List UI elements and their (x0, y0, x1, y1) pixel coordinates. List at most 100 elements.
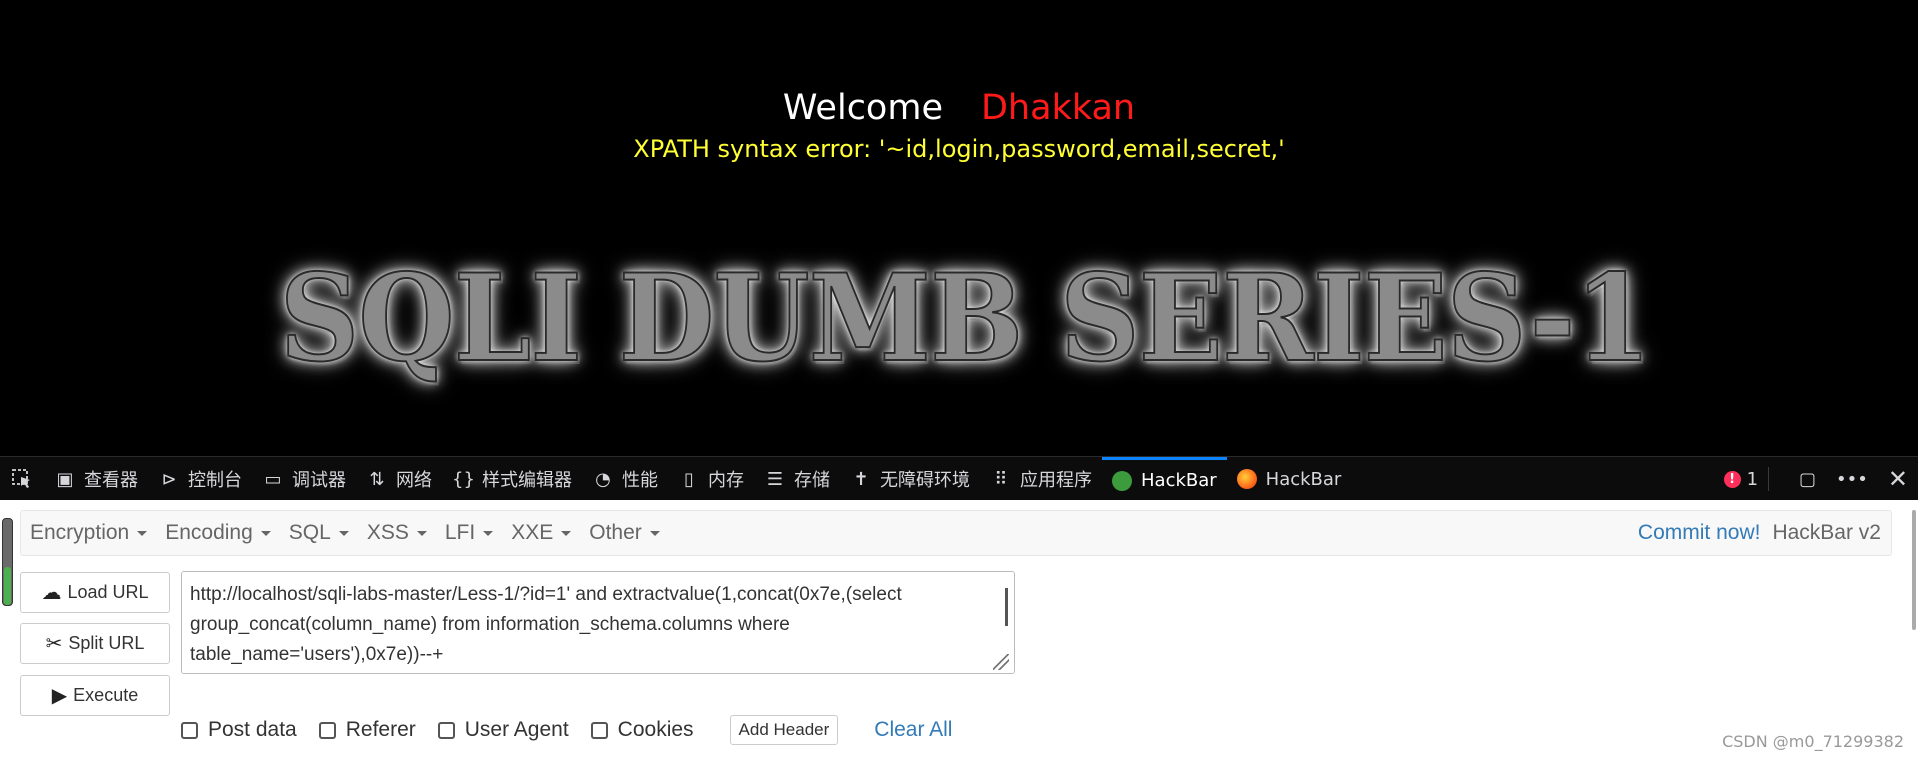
error-count-button[interactable]: ! 1 (1714, 469, 1768, 490)
menu-label: LFI (444, 521, 476, 544)
storage-icon: ☰ (766, 468, 784, 490)
caret-down-icon (416, 530, 427, 536)
tab-accessibility[interactable]: ✝ 无障碍环境 (840, 457, 980, 501)
play-circle-icon: ▶ (51, 685, 68, 707)
more-options-button[interactable]: ••• (1826, 469, 1878, 490)
caret-down-icon (561, 530, 572, 536)
tab-label: 查看器 (84, 470, 138, 491)
menu-encoding[interactable]: Encoding (156, 521, 280, 545)
request-options: Post data Referer User Agent Cookies Add… (181, 715, 952, 745)
console-icon: ⊳ (161, 468, 177, 490)
welcome-line: Welcome Dhakkan (0, 88, 1918, 128)
scissors-icon: ✂ (45, 633, 63, 655)
tab-network[interactable]: ⇅ 网络 (356, 457, 442, 501)
performance-icon: ◔ (595, 468, 611, 490)
tab-label: 网络 (396, 470, 432, 491)
hackbar-version: HackBar v2 (1772, 521, 1881, 544)
cloud-download-icon: ☁ (41, 582, 62, 604)
style-editor-icon: {} (452, 468, 475, 490)
tab-debugger[interactable]: ▭ 调试器 (252, 457, 356, 501)
tab-style-editor[interactable]: {} 样式编辑器 (442, 457, 582, 501)
tab-performance[interactable]: ◔ 性能 (582, 457, 668, 501)
menu-other[interactable]: Other (580, 521, 669, 545)
checkbox-box[interactable] (181, 721, 198, 739)
hackbar-panel: Encryption Encoding SQL XSS LFI XXE Othe… (0, 500, 1918, 761)
tab-hackbar-v2[interactable]: HackBar (1102, 457, 1227, 501)
menu-label: Encoding (165, 521, 253, 544)
divider (1768, 467, 1789, 491)
panel-scrollbar[interactable] (1912, 510, 1916, 630)
tab-console[interactable]: ⊳ 控制台 (148, 457, 252, 501)
application-icon: ⠿ (994, 468, 1008, 490)
menu-xxe[interactable]: XXE (502, 521, 580, 545)
post-data-checkbox[interactable]: Post data (181, 718, 297, 742)
tab-label: 调试器 (292, 470, 346, 491)
tab-inspector[interactable]: ▣ 查看器 (44, 457, 148, 501)
button-label: Split URL (68, 633, 145, 653)
responsive-design-button[interactable]: ▢ (1789, 469, 1826, 490)
split-url-button[interactable]: ✂ Split URL (20, 623, 170, 664)
memory-icon: ▯ (684, 468, 694, 490)
scroll-grip[interactable] (4, 567, 11, 605)
resize-handle[interactable] (993, 654, 1009, 670)
tab-label: 存储 (794, 470, 830, 491)
button-label: Execute (73, 685, 139, 705)
error-count: 1 (1746, 468, 1759, 490)
tab-hackbar[interactable]: HackBar (1227, 457, 1352, 501)
referer-checkbox[interactable]: Referer (318, 718, 416, 742)
accessibility-icon: ✝ (853, 468, 869, 490)
sidebar-scrollbar[interactable] (2, 518, 13, 606)
tab-label: 样式编辑器 (482, 470, 572, 491)
menu-label: SQL (288, 521, 331, 544)
add-header-button[interactable]: Add Header (729, 715, 839, 745)
menu-label: XXE (511, 521, 554, 544)
menu-lfi[interactable]: LFI (436, 521, 502, 545)
close-devtools-button[interactable]: ✕ (1878, 465, 1918, 493)
error-icon: ! (1723, 470, 1741, 488)
inspector-icon: ▣ (56, 468, 74, 490)
banner-text: SQLI DUMB SERIES-1 (279, 247, 1653, 390)
element-picker-button[interactable] (0, 457, 44, 501)
menu-encryption[interactable]: Encryption (21, 521, 156, 545)
devtools-toolbar: ▣ 查看器 ⊳ 控制台 ▭ 调试器 ⇅ 网络 {} 样式编辑器 ◔ 性能 ▯ 内存 ☰ 存储 ✝… (0, 456, 1918, 501)
banner-logo: SQLI DUMB SERIES-1 (215, 247, 1715, 390)
tab-memory[interactable]: ▯ 内存 (668, 457, 754, 501)
welcome-label: Welcome (782, 88, 943, 128)
checkbox-box[interactable] (437, 721, 455, 739)
load-url-button[interactable]: ☁ Load URL (20, 572, 170, 613)
caret-down-icon (338, 530, 349, 536)
tab-application[interactable]: ⠿ 应用程序 (980, 457, 1102, 501)
menu-label: Encryption (30, 521, 130, 544)
cookies-checkbox[interactable]: Cookies (590, 718, 694, 742)
execute-button[interactable]: ▶ Execute (20, 675, 170, 716)
firefox-icon (1236, 469, 1257, 489)
tab-storage[interactable]: ☰ 存储 (754, 457, 840, 501)
caret-down-icon (260, 530, 271, 536)
option-label: Referer (345, 718, 416, 741)
tab-label: 性能 (622, 470, 658, 491)
network-icon: ⇅ (369, 468, 385, 490)
menu-xss[interactable]: XSS (358, 521, 436, 545)
caret-down-icon (649, 530, 660, 536)
checkbox-box[interactable] (590, 721, 608, 739)
hackbar-v2-icon (1112, 470, 1132, 491)
tab-label: HackBar (1141, 470, 1217, 491)
commit-now-link[interactable]: Commit now! (1638, 521, 1767, 545)
option-label: Post data (208, 718, 297, 741)
checkbox-box[interactable] (318, 721, 336, 739)
page-content: Welcome Dhakkan XPATH syntax error: '~id,… (0, 0, 1918, 455)
url-scrollbar[interactable] (1005, 588, 1008, 626)
option-label: Cookies (617, 718, 694, 741)
url-input[interactable]: http://localhost/sqli-labs-master/Less-1… (181, 571, 1015, 674)
clear-all-link[interactable]: Clear All (874, 718, 952, 742)
tab-label: 应用程序 (1020, 470, 1092, 491)
caret-down-icon (483, 530, 494, 536)
tab-label: HackBar (1265, 468, 1342, 490)
button-label: Load URL (67, 582, 149, 602)
user-agent-checkbox[interactable]: User Agent (437, 718, 569, 742)
tab-label: 内存 (708, 470, 744, 491)
devtools-right-controls: ! 1 ▢ ••• ✕ (1714, 457, 1918, 501)
menu-sql[interactable]: SQL (280, 521, 358, 545)
menu-label: XSS (366, 521, 409, 544)
tab-label: 控制台 (188, 470, 242, 491)
